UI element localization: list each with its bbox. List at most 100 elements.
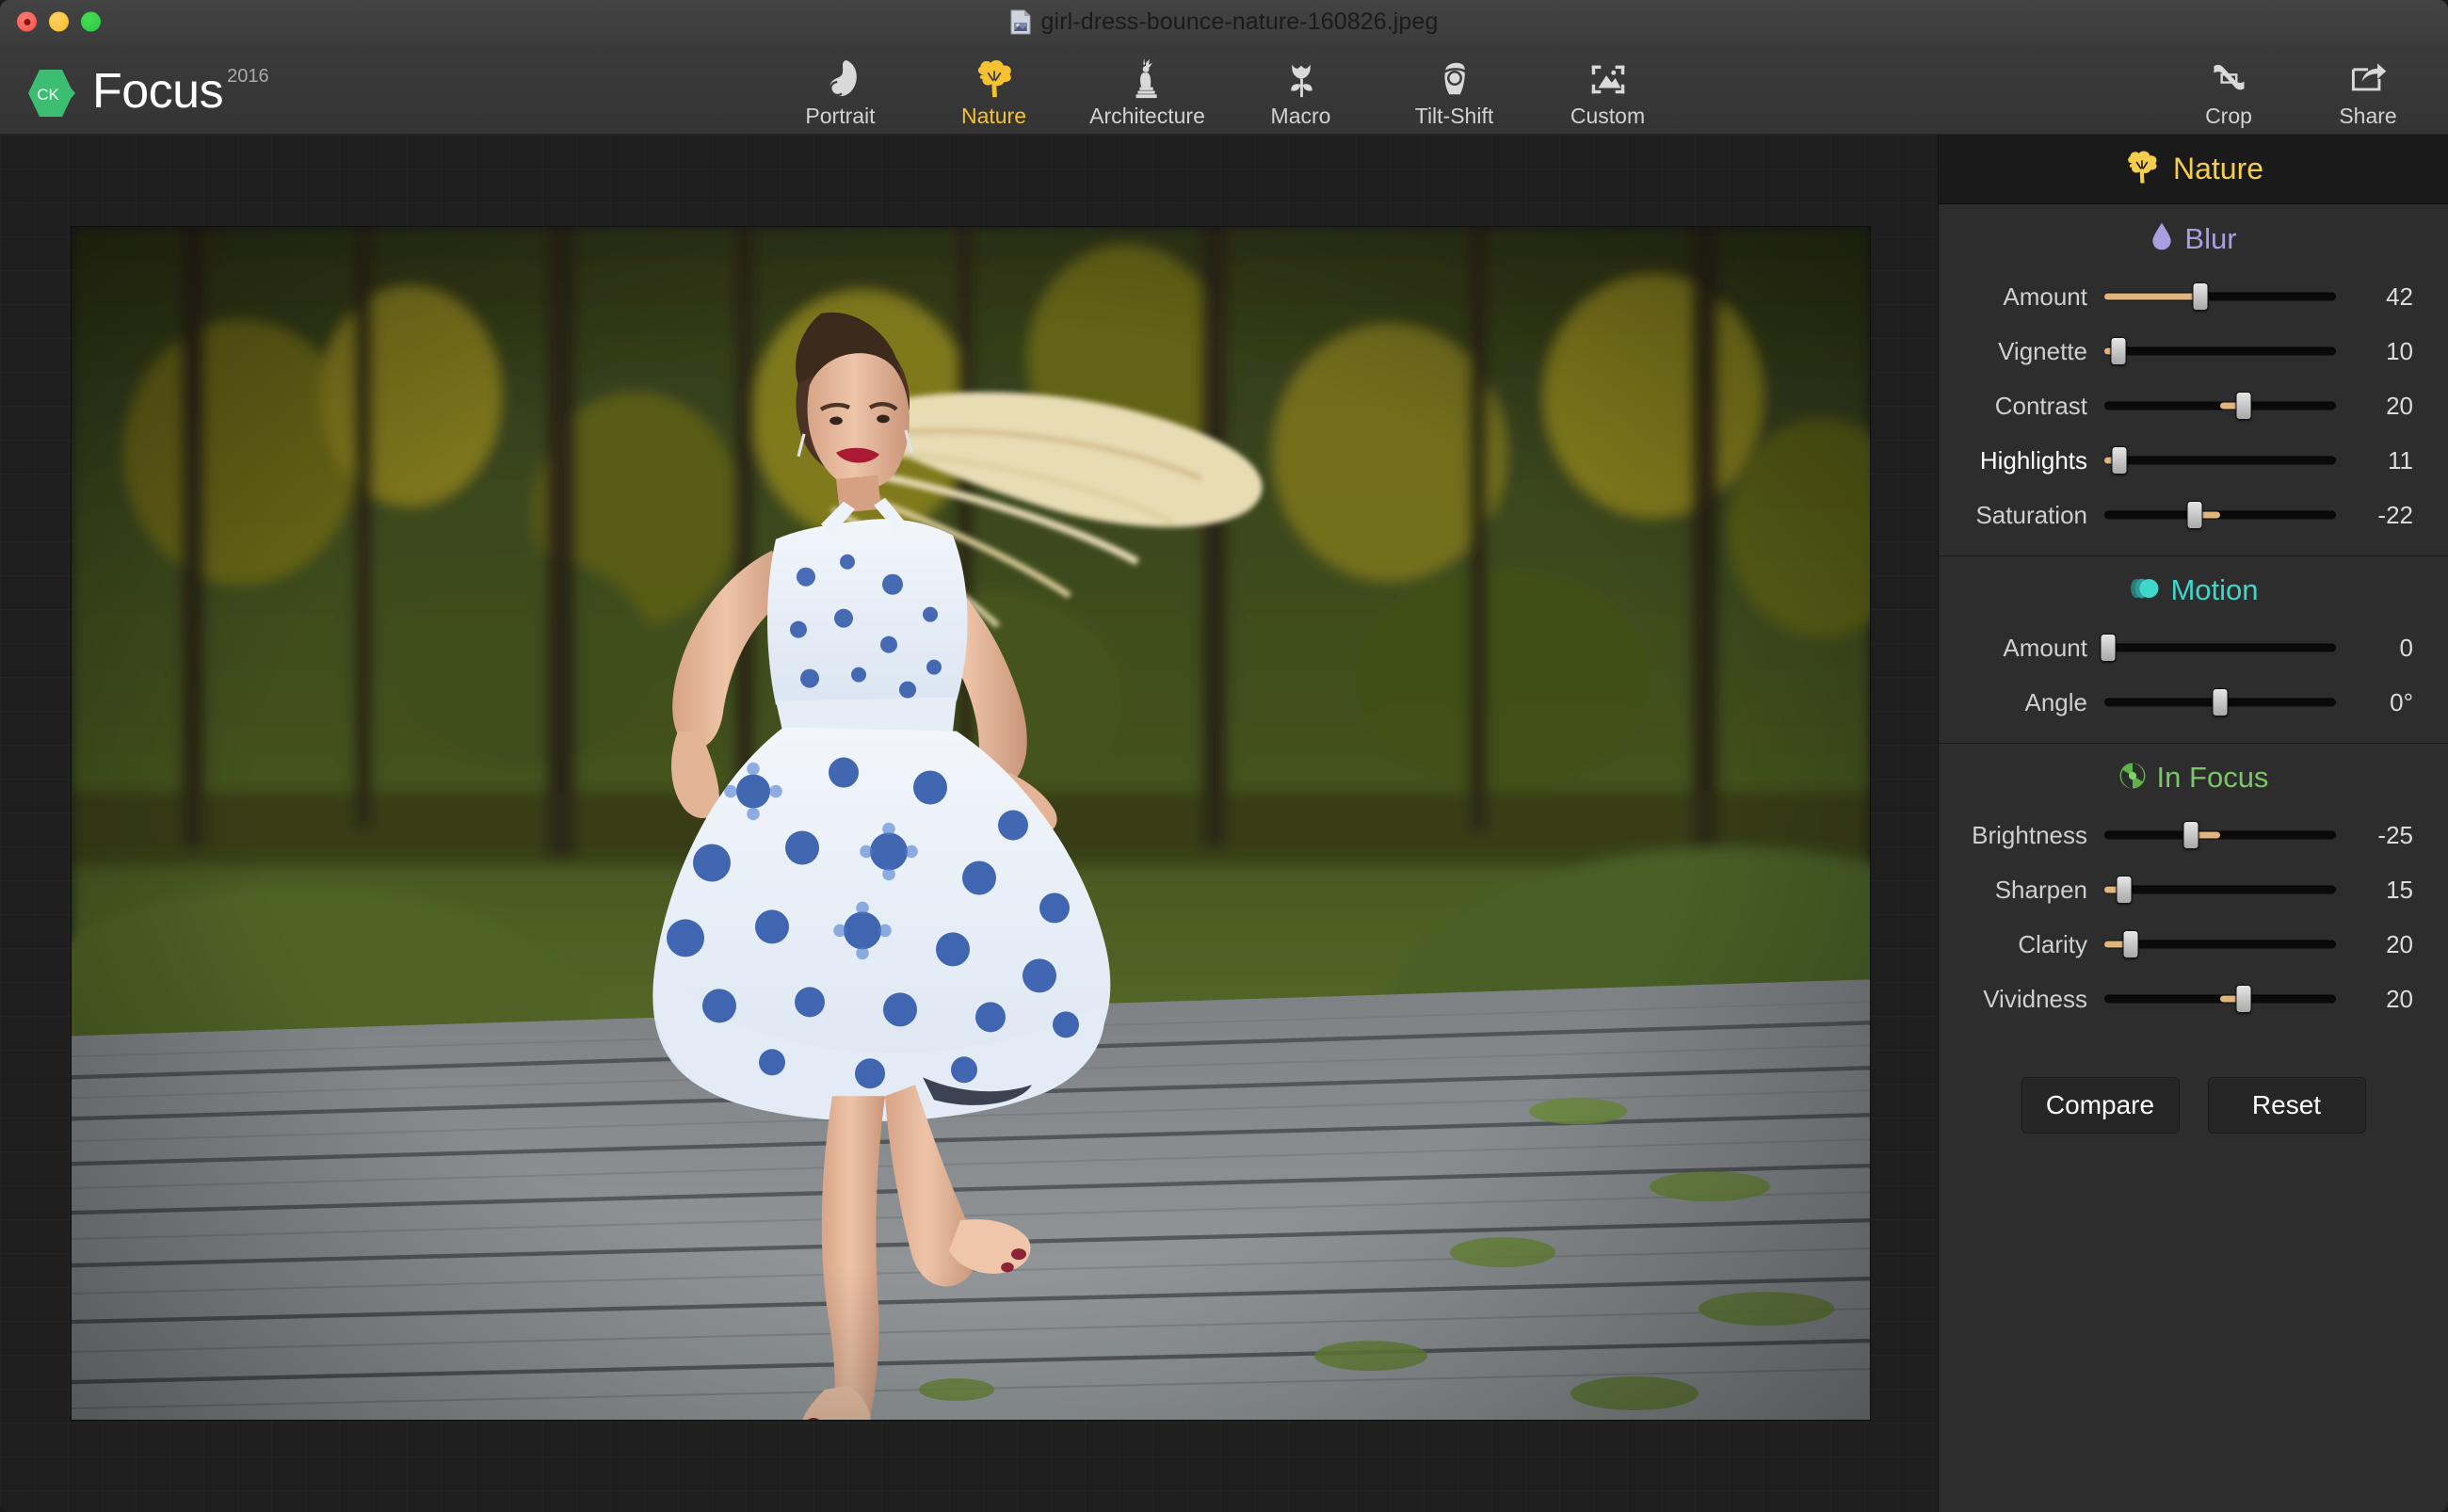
mode-nature[interactable]: Nature <box>917 51 1071 130</box>
focus-logo-icon: CK <box>24 64 83 122</box>
slider-knob[interactable] <box>2111 446 2128 475</box>
mode-tilt-shift-label: Tilt-Shift <box>1414 104 1494 128</box>
tree-icon <box>2123 148 2161 190</box>
mode-architecture-label: Architecture <box>1089 104 1205 128</box>
slider-track-area[interactable] <box>2104 337 2336 365</box>
slider-value: 42 <box>2386 281 2413 311</box>
slider-focus-sharpen[interactable]: Sharpen 15 <box>1939 862 2448 917</box>
slider-label: Vignette <box>1998 336 2087 365</box>
slider-value: 11 <box>2388 445 2413 475</box>
compare-button[interactable]: Compare <box>2021 1077 2180 1134</box>
slider-focus-vividness[interactable]: Vividness 20 <box>1939 972 2448 1026</box>
section-blur-title: Blur <box>1939 221 2448 256</box>
mode-macro[interactable]: Macro <box>1224 51 1377 130</box>
custom-frame-icon <box>1586 56 1630 100</box>
minimize-window-button[interactable] <box>49 11 69 32</box>
slider-knob[interactable] <box>2116 876 2133 904</box>
mode-architecture[interactable]: Architecture <box>1071 51 1224 130</box>
slider-knob[interactable] <box>2192 282 2209 311</box>
slider-track <box>2104 510 2336 520</box>
slider-value: 20 <box>2386 929 2413 958</box>
mode-custom-label: Custom <box>1570 104 1646 128</box>
slider-blur-highlights[interactable]: Highlights 11 <box>1939 433 2448 488</box>
slider-track-area[interactable] <box>2104 501 2336 529</box>
slider-blur-contrast[interactable]: Contrast 20 <box>1939 378 2448 433</box>
crop-icon <box>2208 55 2249 102</box>
slider-knob[interactable] <box>2186 501 2203 529</box>
file-icon <box>1010 9 1031 35</box>
slider-focus-brightness[interactable]: Brightness -25 <box>1939 808 2448 862</box>
slider-label: Clarity <box>2018 929 2087 958</box>
app-brand: CK Focus 2016 <box>24 64 269 122</box>
slider-value: 0 <box>2399 633 2413 662</box>
slider-motion-amount[interactable]: Amount 0 <box>1939 620 2448 675</box>
mode-custom[interactable]: Custom <box>1531 51 1684 130</box>
slider-label: Highlights <box>1979 445 2087 475</box>
slider-track <box>2104 830 2336 840</box>
slider-track-area[interactable] <box>2104 930 2336 958</box>
slider-knob[interactable] <box>2235 985 2252 1013</box>
slider-label: Vividness <box>1983 984 2087 1013</box>
panel-title: Nature <box>2172 152 2264 185</box>
slider-blur-saturation[interactable]: Saturation -22 <box>1939 488 2448 542</box>
mode-macro-label: Macro <box>1270 104 1331 128</box>
slider-track <box>2104 940 2336 949</box>
crop-button[interactable]: Crop <box>2167 55 2290 129</box>
panel-header: Nature <box>1939 135 2448 204</box>
tree-icon <box>973 56 1016 100</box>
share-button[interactable]: Share <box>2307 55 2429 129</box>
slider-focus-clarity[interactable]: Clarity 20 <box>1939 917 2448 972</box>
mode-portrait[interactable]: Portrait <box>764 51 917 130</box>
slider-motion-angle[interactable]: Angle 0° <box>1939 675 2448 730</box>
slider-label: Saturation <box>1975 500 2087 529</box>
slider-track <box>2104 346 2336 356</box>
reset-button[interactable]: Reset <box>2207 1077 2366 1134</box>
slider-track-area[interactable] <box>2104 282 2336 311</box>
app-name: Focus <box>92 64 224 119</box>
svg-text:CK: CK <box>37 86 59 104</box>
window-controls <box>17 11 101 32</box>
slider-knob[interactable] <box>2182 821 2199 849</box>
slider-track-area[interactable] <box>2104 446 2336 475</box>
slider-knob[interactable] <box>2235 392 2252 420</box>
section-blur: Blur Amount 42 Vignette 10 Contrast 20 H… <box>1939 204 2448 555</box>
slider-knob[interactable] <box>2122 930 2139 958</box>
slider-value: 15 <box>2386 875 2413 904</box>
section-in-focus-label: In Focus <box>2156 761 2269 794</box>
mode-tilt-shift[interactable]: Tilt-Shift <box>1377 51 1531 130</box>
maximize-window-button[interactable] <box>81 11 101 32</box>
slider-fill <box>2104 293 2201 300</box>
focus-app-window: girl-dress-bounce-nature-160826.jpeg CK … <box>0 0 2448 1512</box>
slider-knob[interactable] <box>2110 337 2127 365</box>
slider-track <box>2104 456 2336 465</box>
panel-footer: Compare Reset <box>1939 1077 2448 1134</box>
section-motion-label: Motion <box>2170 573 2259 606</box>
slider-blur-amount[interactable]: Amount 42 <box>1939 269 2448 324</box>
slider-track-area[interactable] <box>2104 688 2336 716</box>
slider-track-area[interactable] <box>2104 821 2336 849</box>
title-bar: girl-dress-bounce-nature-160826.jpeg <box>0 0 2448 43</box>
image-canvas[interactable] <box>0 135 1938 1512</box>
slider-track-area[interactable] <box>2104 985 2336 1013</box>
slider-track-area[interactable] <box>2104 876 2336 904</box>
close-window-button[interactable] <box>17 11 37 32</box>
slider-knob[interactable] <box>2100 634 2117 662</box>
slider-value: 0° <box>2390 687 2413 716</box>
slider-track-area[interactable] <box>2100 634 2336 662</box>
slider-blur-vignette[interactable]: Vignette 10 <box>1939 324 2448 378</box>
section-in-focus: In Focus Brightness -25 Sharpen 15 Clari… <box>1939 743 2448 1039</box>
slider-label: Sharpen <box>1994 875 2087 904</box>
share-button-label: Share <box>2339 104 2397 128</box>
section-motion: Motion Amount 0 Angle 0° <box>1939 555 2448 743</box>
title-bar-center: girl-dress-bounce-nature-160826.jpeg <box>0 8 2448 36</box>
slider-track-area[interactable] <box>2104 392 2336 420</box>
slider-knob[interactable] <box>2212 688 2229 716</box>
slider-label: Angle <box>2024 687 2088 716</box>
adjustments-panel: Nature Blur Amount 42 Vignette 10 Contra… <box>1938 135 2448 1512</box>
tulip-icon <box>1280 56 1323 100</box>
tilt-shift-icon <box>1433 56 1476 100</box>
photo-preview[interactable] <box>72 227 1870 1420</box>
crop-button-label: Crop <box>2205 104 2252 128</box>
slider-value: 20 <box>2386 391 2413 420</box>
slider-value: 10 <box>2386 336 2413 365</box>
